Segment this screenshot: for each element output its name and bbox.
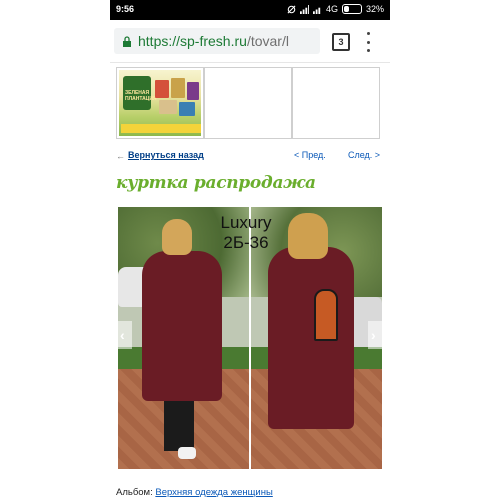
- brand-logo: ЗЕЛЕНАЯ ПЛАНТАЦИЯ: [123, 76, 157, 110]
- album-link[interactable]: Верхняя одежда женщины: [155, 487, 272, 498]
- tea-banner: [121, 124, 201, 133]
- empty-thumbnail: [292, 67, 380, 139]
- more-menu-icon[interactable]: [364, 32, 372, 52]
- signal-icon: [299, 4, 309, 14]
- tea-box: [179, 102, 195, 116]
- alarm-icon: [287, 5, 296, 13]
- watermark-line-1: Luxury: [220, 213, 272, 232]
- tea-box: [171, 78, 185, 98]
- model-front-jeans: [164, 401, 194, 451]
- lock-icon: [123, 35, 131, 47]
- url-host: https://sp-fresh.ru: [138, 33, 247, 49]
- model-back-coat: [268, 247, 354, 429]
- photo-watermark: Luxury 2Б-36: [214, 213, 278, 253]
- tabs-button[interactable]: 3: [332, 33, 350, 51]
- watermark-line-2: 2Б-36: [223, 233, 269, 252]
- empty-thumbnail: [204, 67, 292, 139]
- item-navigation: ← Вернуться назад < Пред. След. >: [116, 150, 386, 164]
- address-bar[interactable]: https://sp-fresh.ru/tovar/l: [114, 28, 320, 54]
- photo-prev-arrow[interactable]: ‹: [118, 321, 132, 349]
- battery-percent: 32%: [365, 4, 384, 14]
- browser-toolbar: https://sp-fresh.ru/tovar/l 3: [110, 20, 390, 63]
- coat-back-emblem: [314, 289, 338, 341]
- status-bar: 9:56 4G 32%: [110, 0, 390, 20]
- back-link[interactable]: Вернуться назад: [128, 150, 204, 160]
- product-thumbnail[interactable]: ЗЕЛЕНАЯ ПЛАНТАЦИЯ: [116, 67, 204, 139]
- network-type: 4G: [325, 4, 338, 14]
- product-photo[interactable]: ‹ › Luxury 2Б-36: [118, 207, 382, 469]
- signal-icon-2: [312, 7, 321, 14]
- model-back-hair: [288, 213, 328, 259]
- status-time: 9:56: [116, 4, 135, 14]
- phone-screen: 9:56 4G 32% https://sp-fresh.ru/tovar/l …: [110, 0, 390, 500]
- model-front-coat: [142, 251, 222, 401]
- model-front-sneaker: [178, 447, 196, 459]
- tea-package-image: ЗЕЛЕНАЯ ПЛАНТАЦИЯ: [119, 70, 201, 136]
- album-info: Альбом: Верхняя одежда женщины: [116, 487, 273, 498]
- chevron-right-icon: ›: [371, 327, 376, 343]
- back-arrow-icon: ←: [116, 151, 125, 161]
- url-text[interactable]: https://sp-fresh.ru/tovar/l: [138, 33, 289, 49]
- model-front-hair: [162, 219, 192, 255]
- tea-box: [155, 80, 169, 98]
- status-icons: 4G 32%: [287, 4, 384, 14]
- prev-link[interactable]: < Пред.: [294, 150, 326, 160]
- page-title: куртка распродажа: [116, 173, 316, 193]
- chevron-left-icon: ‹: [120, 327, 125, 343]
- brand-logo-text: ЗЕЛЕНАЯ ПЛАНТАЦИЯ: [125, 90, 157, 102]
- url-path: /tovar/l: [246, 33, 289, 49]
- thumbnail-strip: ЗЕЛЕНАЯ ПЛАНТАЦИЯ: [116, 67, 382, 141]
- album-label: Альбом:: [116, 487, 153, 498]
- tea-box: [187, 82, 199, 100]
- battery-icon: [341, 4, 362, 14]
- next-link[interactable]: След. >: [348, 150, 380, 160]
- tea-box: [159, 100, 177, 114]
- photo-next-arrow[interactable]: ›: [368, 321, 382, 349]
